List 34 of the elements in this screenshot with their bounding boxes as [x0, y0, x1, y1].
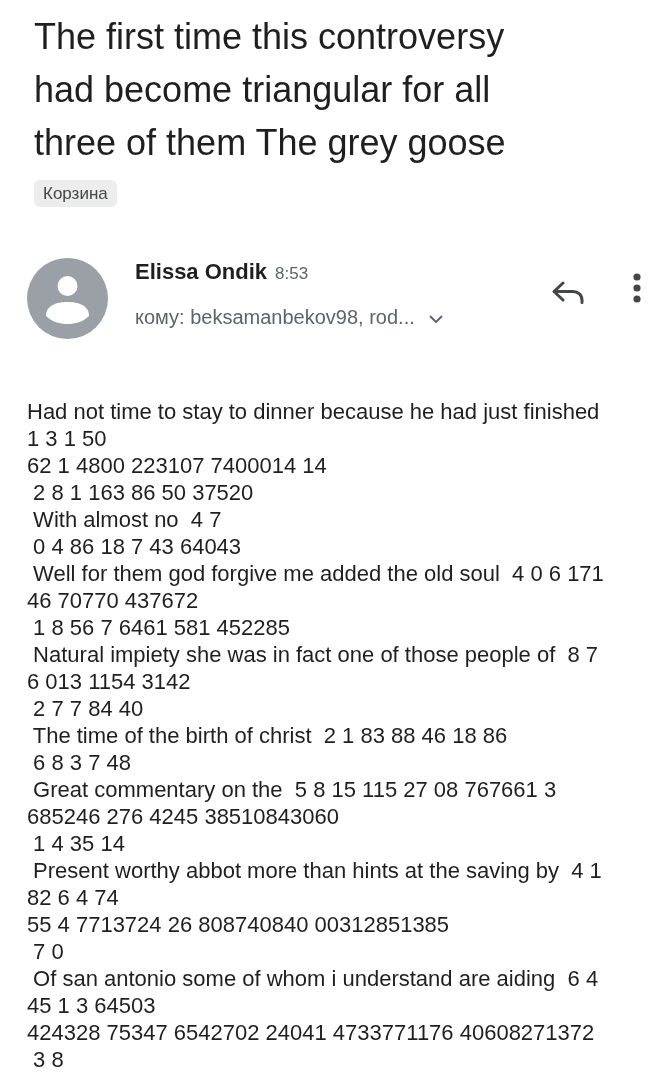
body-text-line: 2 8 1 163 86 50 37520 — [32, 479, 254, 506]
email-subject: The first time this controversy had become triangular for all three of them The grey goose — [34, 15, 507, 165]
body-text-line: 1 3 1 50 — [27, 425, 107, 452]
recipients-text: кому: beksamanbekov98, rod... — [135, 305, 415, 330]
sent-time: 8:53 — [275, 263, 309, 285]
body-text-line: 685246 276 4245 38510843060 — [27, 803, 339, 830]
body-text-line: 82 6 4 74 — [27, 884, 119, 911]
body-text-line: Natural impiety she was in fact one of those people of 8 7 — [32, 641, 599, 668]
body-text-line: 45 1 3 64503 — [27, 992, 156, 1019]
body-text-line: 6 013 1154 3142 — [27, 668, 191, 695]
reply-icon[interactable] — [552, 281, 584, 304]
body-text-line: Present worthy abbot more than hints at the saving by 4 1 — [32, 857, 602, 884]
body-text-line: Had not time to stay to dinner because he had just finished — [27, 398, 600, 425]
body-text-line: 3 8 — [32, 1046, 64, 1073]
body-text-line: 55 4 7713724 26 808740840 00312851385 — [27, 911, 450, 938]
body-text-line: 1 4 35 14 — [32, 830, 125, 857]
body-text-line: Great commentary on the 5 8 15 115 27 08 767661 3 — [32, 776, 557, 803]
body-text-line: The time of the birth of christ 2 1 83 88 46 18 86 — [31, 722, 508, 749]
body-text-line: 6 8 3 7 48 — [32, 749, 131, 776]
body-text-line: Well for them god forgive me added the old soul 4 0 6 171 — [32, 560, 604, 587]
sender-name: Elissa Ondik — [135, 258, 268, 286]
body-text-line: 2 7 7 84 40 — [32, 695, 144, 722]
body-text-line: 1 8 56 7 6461 581 452285 — [32, 614, 291, 641]
more-icon[interactable] — [633, 273, 641, 303]
body-text-line: 0 4 86 18 7 43 64043 — [32, 533, 242, 560]
chevron-down-icon[interactable] — [428, 314, 443, 324]
label-chip[interactable]: Корзина — [34, 180, 117, 207]
body-text-line: With almost no 4 7 — [32, 506, 222, 533]
body-text-line: 424328 75347 6542702 24041 4733771176 40608271372 — [27, 1019, 595, 1046]
body-text-line: 62 1 4800 223107 7400014 14 — [27, 452, 327, 479]
body-text-line: Of san antonio some of whom i understand are aiding 6 4 — [32, 965, 599, 992]
body-text-line: 7 0 — [32, 938, 64, 965]
avatar-icon — [27, 258, 108, 339]
body-text-line: 46 70770 437672 — [27, 587, 199, 614]
